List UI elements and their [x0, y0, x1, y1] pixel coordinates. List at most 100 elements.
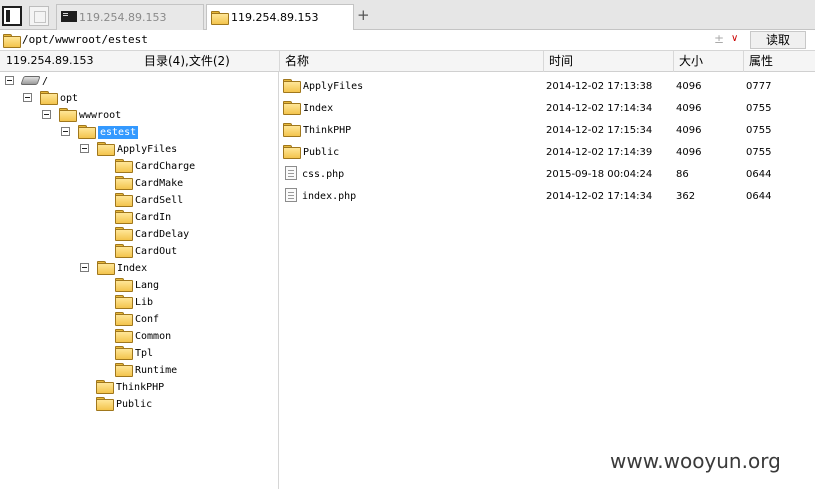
tree-node-index[interactable]: Index	[80, 260, 147, 277]
file-row[interactable]: Index 2014-12-02 17:14:34 4096 0755	[279, 98, 815, 120]
tree-node-cardsell[interactable]: CardSell	[115, 192, 183, 209]
collapse-icon[interactable]	[42, 110, 51, 119]
tree-node-label: CardMake	[135, 178, 184, 189]
file-size: 86	[676, 169, 689, 180]
file-name: ThinkPHP	[303, 125, 352, 136]
file-attr: 0644	[746, 169, 772, 180]
tree-node-label-selected: estest	[98, 126, 139, 139]
tree-node-label: /	[42, 76, 49, 87]
tree-node-label: opt	[60, 93, 79, 104]
tree-node-carddelay[interactable]: CardDelay	[115, 226, 189, 243]
tree-node-tpl[interactable]: Tpl	[115, 345, 153, 362]
tree-node-lib[interactable]: Lib	[115, 294, 153, 311]
file-name: css.php	[302, 169, 345, 180]
tree-node-root[interactable]: /	[5, 73, 48, 90]
panel-toggle-icon[interactable]	[2, 6, 22, 26]
tree-node-runtime[interactable]: Runtime	[115, 362, 177, 379]
tree-node-conf[interactable]: Conf	[115, 311, 159, 328]
column-header-size[interactable]: 大小	[673, 51, 744, 72]
folder-icon	[97, 261, 115, 275]
plus-minus-icon[interactable]: ±	[714, 32, 724, 46]
tab-label: 119.254.89.153	[231, 11, 319, 24]
tree-node-label: Index	[117, 263, 148, 274]
tree-node-wwwroot[interactable]: wwwroot	[42, 107, 121, 124]
tree-node-cardin[interactable]: CardIn	[115, 209, 171, 226]
file-row[interactable]: ApplyFiles 2014-12-02 17:13:38 4096 0777	[279, 76, 815, 98]
tree-node-label: Lang	[135, 280, 160, 291]
folder-icon	[115, 312, 133, 326]
file-row[interactable]: ThinkPHP 2014-12-02 17:15:34 4096 0755	[279, 120, 815, 142]
folder-icon	[211, 11, 229, 25]
tree-node-cardcharge[interactable]: CardCharge	[115, 158, 195, 175]
folder-icon	[115, 278, 133, 292]
file-attr: 0755	[746, 125, 772, 136]
file-name: ApplyFiles	[303, 81, 364, 92]
file-icon	[285, 188, 297, 202]
file-name-cell: ApplyFiles	[283, 76, 363, 98]
tree-node-common[interactable]: Common	[115, 328, 171, 345]
folder-icon	[3, 34, 21, 48]
collapse-icon[interactable]	[80, 263, 89, 272]
tab-bar: 119.254.89.153 119.254.89.153 +	[0, 0, 815, 31]
drive-icon	[20, 76, 41, 85]
file-name-cell: index.php	[283, 186, 356, 208]
folder-icon	[78, 125, 96, 139]
folder-icon	[115, 159, 133, 173]
tree-node-label: Conf	[135, 314, 160, 325]
watermark-text: www.wooyun.org	[610, 449, 781, 473]
column-header-name[interactable]: 名称	[279, 51, 544, 72]
tree-node-cardmake[interactable]: CardMake	[115, 175, 183, 192]
file-name-cell: Public	[283, 142, 339, 164]
folder-icon	[97, 142, 115, 156]
path-input[interactable]	[22, 33, 702, 46]
folder-icon	[115, 227, 133, 241]
collapse-icon[interactable]	[5, 76, 14, 85]
file-row[interactable]: css.php 2015-09-18 00:04:24 86 0644	[279, 164, 815, 186]
tree-node-label: Public	[116, 399, 153, 410]
tree-node-thinkphp[interactable]: ThinkPHP	[96, 379, 164, 396]
column-header-attr[interactable]: 属性	[743, 51, 815, 72]
column-header-time[interactable]: 时间	[543, 51, 674, 72]
tree-node-label: CardSell	[135, 195, 184, 206]
folder-icon	[283, 123, 301, 137]
file-row[interactable]: Public 2014-12-02 17:14:39 4096 0755	[279, 142, 815, 164]
tab-terminal[interactable]: 119.254.89.153	[56, 4, 204, 30]
collapse-icon[interactable]	[23, 93, 32, 102]
file-name: index.php	[302, 191, 357, 202]
folder-icon	[59, 108, 77, 122]
folder-icon	[115, 244, 133, 258]
tree-node-lang[interactable]: Lang	[115, 277, 159, 294]
file-name: Public	[303, 147, 340, 158]
tree-node-opt[interactable]: opt	[23, 90, 78, 107]
folder-icon	[115, 329, 133, 343]
chevron-down-icon[interactable]: ∨	[731, 33, 738, 44]
read-button[interactable]: 读取	[750, 31, 806, 49]
terminal-icon	[61, 11, 77, 22]
file-name-cell: ThinkPHP	[283, 120, 351, 142]
file-size: 4096	[676, 103, 702, 114]
tree-node-label: CardOut	[135, 246, 178, 257]
file-attr: 0755	[746, 103, 772, 114]
collapse-icon[interactable]	[80, 144, 89, 153]
collapse-icon[interactable]	[61, 127, 70, 136]
tree-node-label: ThinkPHP	[116, 382, 165, 393]
file-time: 2014-12-02 17:15:34	[546, 125, 653, 136]
tree-node-estest[interactable]: estest	[61, 124, 139, 141]
file-icon	[285, 166, 297, 180]
file-time: 2014-12-02 17:13:38	[546, 81, 653, 92]
file-attr: 0644	[746, 191, 772, 202]
tree-node-cardout[interactable]: CardOut	[115, 243, 177, 260]
file-list: ApplyFiles 2014-12-02 17:13:38 4096 0777…	[279, 72, 815, 489]
tree-node-label: Lib	[135, 297, 154, 308]
tab-file-manager[interactable]: 119.254.89.153	[206, 4, 354, 31]
tab-overview-icon[interactable]	[29, 6, 49, 26]
tree-node-applyfiles[interactable]: ApplyFiles	[80, 141, 177, 158]
file-row[interactable]: index.php 2014-12-02 17:14:34 362 0644	[279, 186, 815, 208]
folder-icon	[283, 145, 301, 159]
host-label: 119.254.89.153	[6, 54, 94, 67]
new-tab-button[interactable]: +	[357, 6, 370, 24]
directory-tree: / opt wwwroot estest ApplyFiles CardChar…	[0, 72, 279, 489]
tree-node-public[interactable]: Public	[96, 396, 152, 413]
file-name-cell: Index	[283, 98, 333, 120]
folder-icon	[96, 397, 114, 411]
